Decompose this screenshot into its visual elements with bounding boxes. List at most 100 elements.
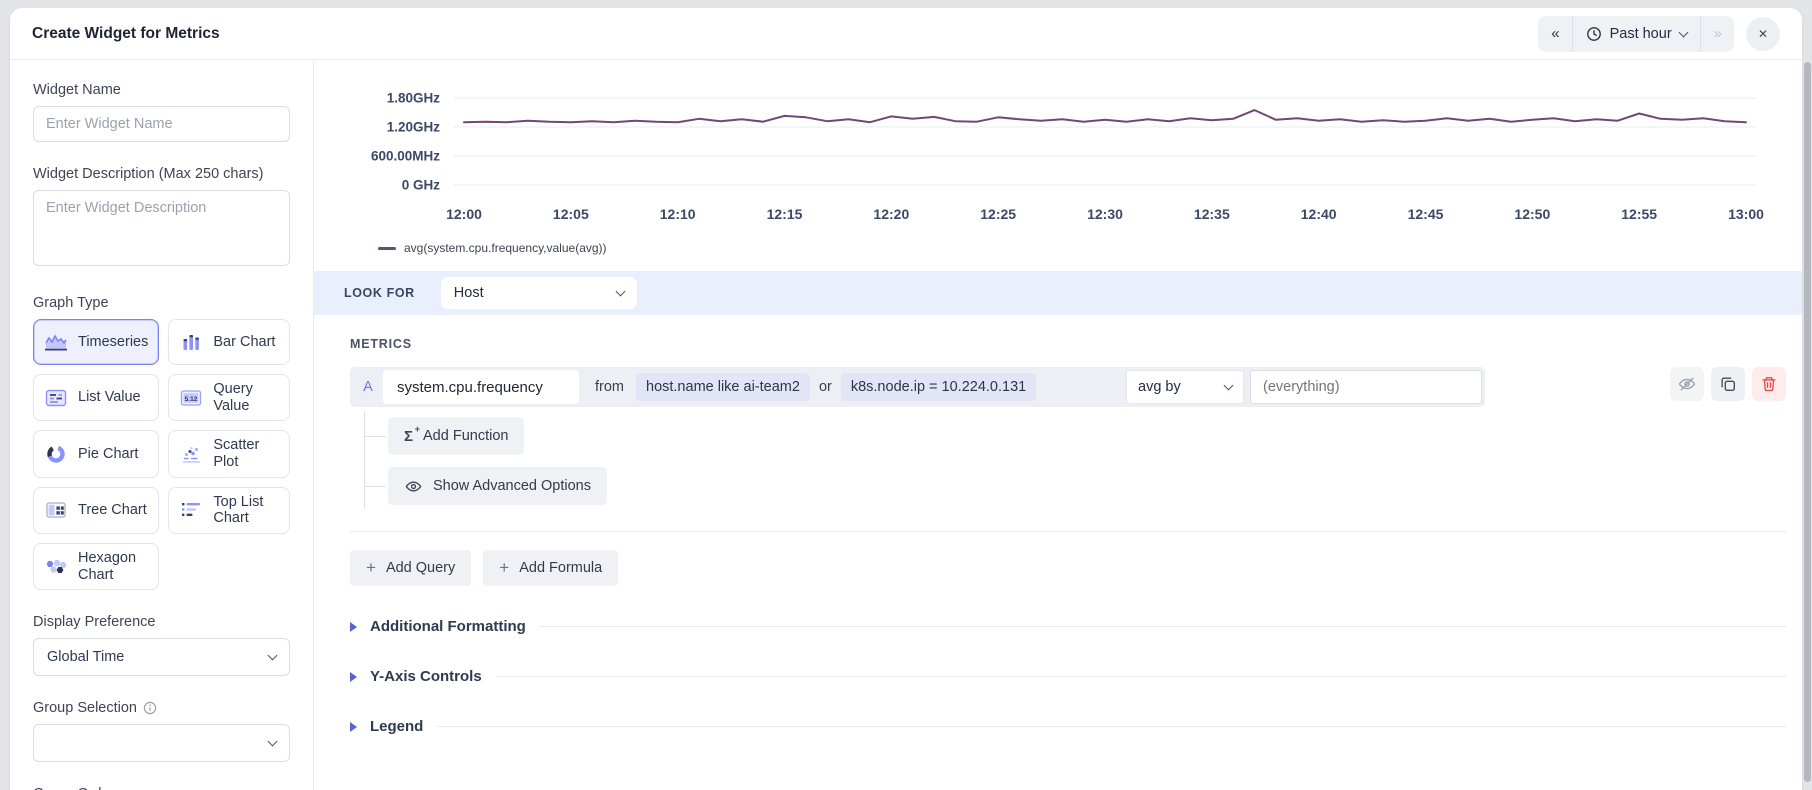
time-range-value: Past hour bbox=[1609, 25, 1672, 42]
query-row: A system.cpu.frequency from host.name li… bbox=[350, 367, 1485, 407]
plus-icon: + bbox=[366, 558, 376, 577]
graph-type-tree-chart[interactable]: Tree Chart bbox=[33, 486, 160, 535]
time-range-select[interactable]: Past hour bbox=[1571, 15, 1700, 52]
graph-type-pie-chart[interactable]: Pie Chart bbox=[33, 430, 160, 478]
graph-type-hexagon-chart[interactable]: Hexagon Chart bbox=[33, 543, 160, 591]
svg-text:12:15: 12:15 bbox=[767, 206, 803, 222]
group-order-label: Group Order bbox=[33, 786, 290, 790]
scrollbar-thumb[interactable] bbox=[1804, 62, 1811, 782]
close-icon: ✕ bbox=[1757, 26, 1769, 41]
timeseries-icon bbox=[45, 334, 67, 351]
divider bbox=[350, 531, 1786, 532]
divider bbox=[437, 726, 1786, 727]
add-function-label: Add Function bbox=[423, 428, 509, 444]
add-function-button[interactable]: Σ + Add Function bbox=[388, 417, 525, 455]
graph-type-list-value[interactable]: List Value bbox=[33, 374, 160, 422]
look-for-select[interactable]: Host bbox=[440, 277, 637, 309]
eye-icon bbox=[405, 480, 422, 492]
group-selection-label: Group Selection bbox=[33, 700, 290, 716]
svg-text:5.12: 5.12 bbox=[185, 395, 198, 402]
section-y-axis-controls[interactable]: Y-Axis Controls bbox=[350, 668, 1786, 685]
show-advanced-options-button[interactable]: Show Advanced Options bbox=[388, 467, 607, 505]
time-back-button[interactable]: « bbox=[1538, 16, 1571, 52]
filter-joiner-label: or bbox=[818, 379, 832, 395]
display-preference-select[interactable]: Global Time bbox=[33, 638, 290, 677]
delete-query-button[interactable] bbox=[1752, 367, 1786, 401]
aggregator-value: avg by bbox=[1138, 379, 1181, 395]
add-query-button[interactable]: + Add Query bbox=[350, 550, 472, 586]
svg-text:1.80GHz: 1.80GHz bbox=[387, 91, 441, 106]
look-for-value: Host bbox=[453, 285, 484, 301]
divider bbox=[495, 676, 1786, 677]
group-selection-select[interactable] bbox=[33, 724, 290, 763]
sigma-plus-icon: Σ + bbox=[404, 423, 421, 445]
collapse-arrow-icon bbox=[350, 671, 357, 682]
copy-icon bbox=[1721, 377, 1735, 391]
graph-type-scatter-plot[interactable]: Scatter Plot bbox=[168, 430, 290, 478]
svg-text:12:40: 12:40 bbox=[1301, 206, 1337, 222]
graph-type-label: Graph Type bbox=[33, 295, 109, 311]
list-value-icon bbox=[45, 389, 67, 406]
graph-type-label-text: Query Value bbox=[213, 381, 253, 414]
widget-editor-main: 1.80GHz 1.20GHz 600.00MHz 0 GHz 12:00 12:05 12… bbox=[314, 60, 1802, 790]
close-button[interactable]: ✕ bbox=[1746, 16, 1780, 51]
widget-name-input[interactable] bbox=[33, 106, 290, 142]
group-selection-label-text: Group Selection bbox=[33, 700, 137, 717]
legend-label: avg(system.cpu.frequency,value(avg)) bbox=[404, 241, 607, 255]
svg-text:12:20: 12:20 bbox=[873, 206, 909, 222]
query-options: Σ + Add Function Show Advanced Options bbox=[364, 411, 1786, 509]
time-forward-button[interactable]: » bbox=[1699, 15, 1734, 52]
trash-icon bbox=[1762, 377, 1776, 392]
add-query-label: Add Query bbox=[385, 560, 456, 576]
show-advanced-options-label: Show Advanced Options bbox=[433, 478, 591, 494]
metrics-section: METRICS A system.cpu.frequency from host… bbox=[314, 315, 1802, 735]
svg-text:12:35: 12:35 bbox=[1194, 206, 1230, 222]
svg-text:600.00MHz: 600.00MHz bbox=[371, 149, 440, 164]
widget-description-input[interactable] bbox=[33, 190, 290, 266]
query-value-icon: 5.12 bbox=[181, 390, 202, 406]
filter-chip[interactable]: host.name like ai-team2 bbox=[636, 373, 810, 401]
graph-type-label-text: Bar Chart bbox=[213, 333, 276, 350]
widget-settings-sidebar: Widget Name Widget Description (Max 250 … bbox=[10, 60, 314, 790]
svg-text:1.20GHz: 1.20GHz bbox=[387, 120, 441, 135]
metric-name-input[interactable]: system.cpu.frequency bbox=[383, 370, 579, 404]
section-legend[interactable]: Legend bbox=[350, 718, 1786, 735]
hide-query-button[interactable] bbox=[1670, 367, 1704, 401]
section-additional-formatting[interactable]: Additional Formatting bbox=[350, 618, 1786, 635]
query-letter-badge[interactable]: A bbox=[353, 370, 383, 404]
metrics-section-label: METRICS bbox=[350, 337, 412, 351]
duplicate-query-button[interactable] bbox=[1711, 367, 1745, 401]
double-chevron-left-icon: « bbox=[1551, 25, 1559, 42]
svg-text:12:05: 12:05 bbox=[553, 206, 589, 222]
svg-text:12:30: 12:30 bbox=[1087, 206, 1123, 222]
scatter-plot-icon bbox=[183, 447, 201, 463]
graph-type-timeseries[interactable]: Timeseries bbox=[33, 319, 160, 365]
graph-type-label-text: Pie Chart bbox=[78, 445, 139, 462]
collapse-arrow-icon bbox=[350, 621, 357, 632]
graph-type-label-text: Scatter Plot bbox=[213, 437, 260, 471]
create-widget-modal: Create Widget for Metrics « Past hour » bbox=[10, 8, 1802, 790]
graph-type-query-value[interactable]: 5.12 Query Value bbox=[168, 374, 290, 422]
graph-type-bar-chart[interactable]: Bar Chart bbox=[168, 319, 290, 365]
chevron-down-icon bbox=[267, 736, 278, 747]
chevron-down-icon bbox=[1678, 27, 1689, 37]
section-label: Y-Axis Controls bbox=[370, 668, 482, 685]
hexagon-chart-icon bbox=[46, 559, 67, 573]
add-formula-label: Add Formula bbox=[519, 560, 603, 576]
clock-icon bbox=[1586, 26, 1602, 42]
group-by-input[interactable] bbox=[1250, 370, 1482, 404]
filter-chip[interactable]: k8s.node.ip = 10.224.0.131 bbox=[840, 373, 1037, 401]
collapse-arrow-icon bbox=[350, 721, 357, 732]
graph-type-top-list-chart[interactable]: Top List Chart bbox=[168, 486, 290, 535]
add-formula-button[interactable]: + Add Formula bbox=[483, 550, 619, 586]
chevron-down-icon bbox=[615, 286, 626, 297]
graph-type-label-text: Timeseries bbox=[78, 333, 149, 350]
svg-text:12:25: 12:25 bbox=[980, 206, 1016, 222]
graph-type-grid: Timeseries Bar Chart List Value 5.12 Que… bbox=[33, 319, 290, 591]
top-list-chart-icon bbox=[182, 503, 201, 517]
svg-text:12:10: 12:10 bbox=[660, 206, 696, 222]
aggregator-select[interactable]: avg by bbox=[1126, 370, 1244, 404]
graph-type-label-text: Top List Chart bbox=[213, 493, 264, 527]
widget-name-label: Widget Name bbox=[33, 82, 121, 98]
svg-text:12:00: 12:00 bbox=[446, 206, 482, 222]
